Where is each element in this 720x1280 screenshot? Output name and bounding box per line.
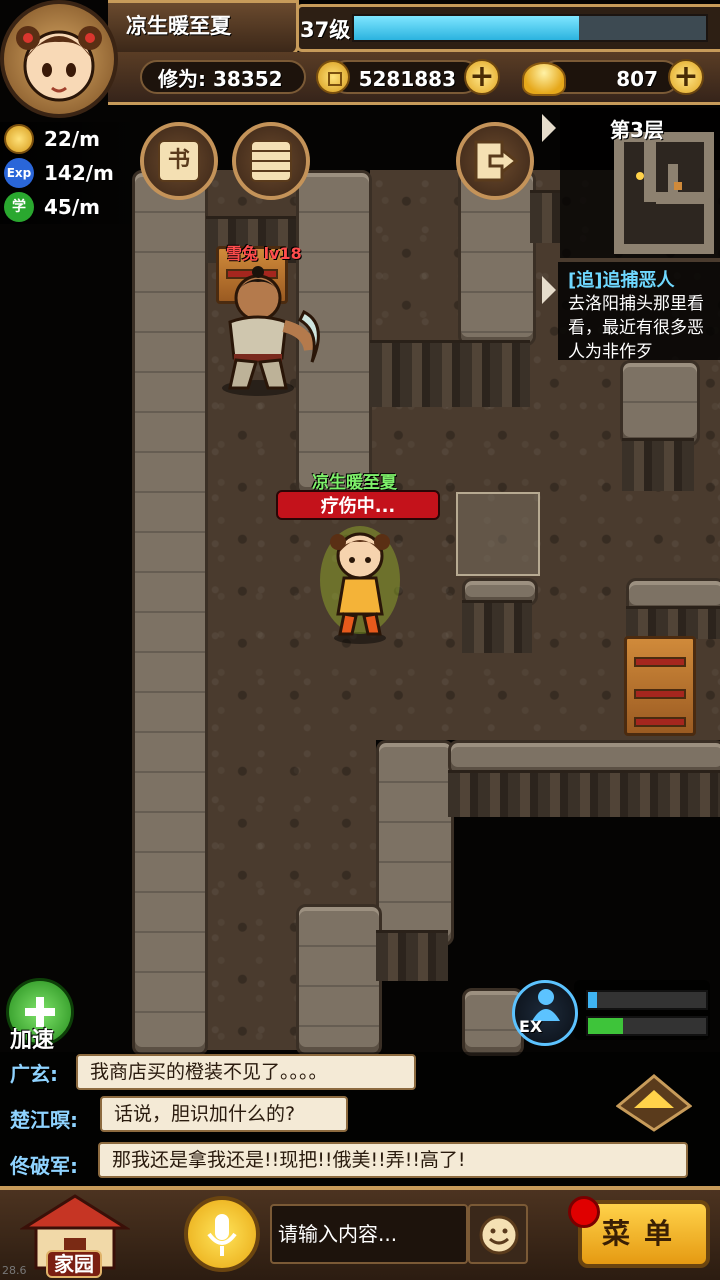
chest-band	[633, 717, 687, 727]
rate-row-exp: Exp 142/m	[0, 156, 130, 190]
treasure-chest[interactable]	[624, 636, 696, 736]
enemy-sprite[interactable]	[212, 262, 328, 398]
book-icon: 书	[158, 140, 200, 182]
avatar-face-icon	[16, 26, 102, 102]
learn-icon: 学	[4, 192, 34, 222]
cultivation-label: 修为:	[158, 67, 206, 91]
rate-value: 45/m	[44, 195, 100, 219]
chat-message: 那我还是拿我还是!!现把!!俄美!!弄!!高了!	[98, 1142, 688, 1178]
quest-description: 去洛阳捕头那里看看，最近有很多恶人为非作歹	[568, 294, 704, 362]
level-progress-bar	[352, 14, 708, 42]
fps-counter: 28.6	[2, 1264, 27, 1277]
chat-sender: 广玄:	[10, 1062, 58, 1086]
person-icon	[532, 989, 560, 1021]
player-name: 凉生暖至夏	[126, 14, 231, 38]
level-progress-fill	[354, 16, 580, 40]
exp-bar-green	[586, 1016, 708, 1036]
cliff-face	[462, 600, 532, 653]
ingots-value: 807	[616, 67, 658, 91]
exp-boost-button[interactable]: EX	[512, 980, 578, 1046]
cliff-face	[622, 438, 694, 491]
cliff-face	[530, 190, 560, 243]
rate-value: 142/m	[44, 161, 114, 185]
exp-icon: Exp	[4, 158, 34, 188]
chest-band	[633, 657, 687, 667]
chat-sender: 楚江暝:	[10, 1108, 78, 1132]
minimap-toggle-arrow[interactable]	[542, 114, 556, 142]
book-button[interactable]: 书	[140, 122, 218, 200]
coins-box: 5281883	[330, 60, 480, 94]
calendar-icon	[250, 140, 292, 182]
exp-bar-blue	[586, 990, 708, 1010]
exp-bar-green-fill	[588, 1018, 624, 1034]
exit-door-icon	[474, 140, 518, 182]
cave-floor-right	[370, 170, 460, 340]
cliff-face	[370, 340, 530, 407]
gold-ingot-icon	[522, 62, 566, 96]
coins-value: 5281883	[358, 67, 456, 91]
voice-button[interactable]	[184, 1196, 260, 1272]
rate-value: 22/m	[44, 127, 100, 151]
chat-input[interactable]: 请输入内容...	[270, 1204, 468, 1264]
top-bar: 凉生暖至夏 37级 修为: 38352 5281883 + 807 +	[0, 0, 720, 118]
chest-band	[633, 689, 687, 699]
chat-expand-up-icon[interactable]	[616, 1072, 692, 1132]
exp-bar-blue-fill	[588, 992, 598, 1008]
coin-icon	[316, 60, 350, 94]
player-sprite[interactable]	[316, 520, 406, 648]
microphone-icon	[207, 1214, 237, 1256]
cliff-face	[376, 930, 448, 981]
player-level: 37级	[300, 18, 351, 42]
enemy-label: 雪兔 lv18	[226, 244, 302, 263]
speed-up-label: 加速	[10, 1028, 55, 1053]
status-bar: 疗伤中...	[276, 490, 440, 520]
cultivation-value: 38352	[212, 67, 283, 91]
cliff-face	[626, 606, 720, 639]
add-coins-button[interactable]: +	[464, 59, 500, 95]
target-tile[interactable]	[456, 492, 540, 576]
ex-icon-label: EX	[519, 1017, 543, 1036]
emoji-button[interactable]	[468, 1204, 528, 1264]
rate-row-coins: 22/m	[0, 122, 130, 156]
floor-label: 第3层	[610, 118, 664, 142]
avatar[interactable]	[0, 0, 118, 118]
quest-title: [追]追捕恶人	[568, 270, 675, 291]
smiley-icon	[479, 1215, 519, 1255]
exit-button[interactable]	[456, 122, 534, 200]
chat-message: 话说，胆识加什么的?	[100, 1096, 348, 1132]
chat-sender: 佟破军:	[10, 1154, 78, 1178]
rock-block-bottom	[296, 904, 382, 1056]
calendar-button[interactable]	[232, 122, 310, 200]
chat-message: 我商店买的橙装不见了。。。。	[76, 1054, 416, 1090]
cultivation-box: 修为: 38352	[140, 60, 306, 94]
cliff-face	[448, 770, 720, 817]
rock-wall-left	[132, 170, 208, 1056]
add-ingots-button[interactable]: +	[668, 59, 704, 95]
game-viewport[interactable]: 雪兔 lv18 凉生暖至夏 疗伤中... 凉生暖至夏 37级 修为: 38352…	[0, 0, 720, 1280]
quest-toggle-arrow[interactable]	[542, 276, 556, 304]
rock-wall-lower	[376, 740, 454, 946]
rate-row-learn: 学 45/m	[0, 190, 130, 224]
notification-dot	[568, 1196, 600, 1228]
home-label: 家园	[46, 1250, 102, 1278]
coin-icon	[4, 124, 34, 154]
rock-ledge-right	[620, 360, 700, 446]
